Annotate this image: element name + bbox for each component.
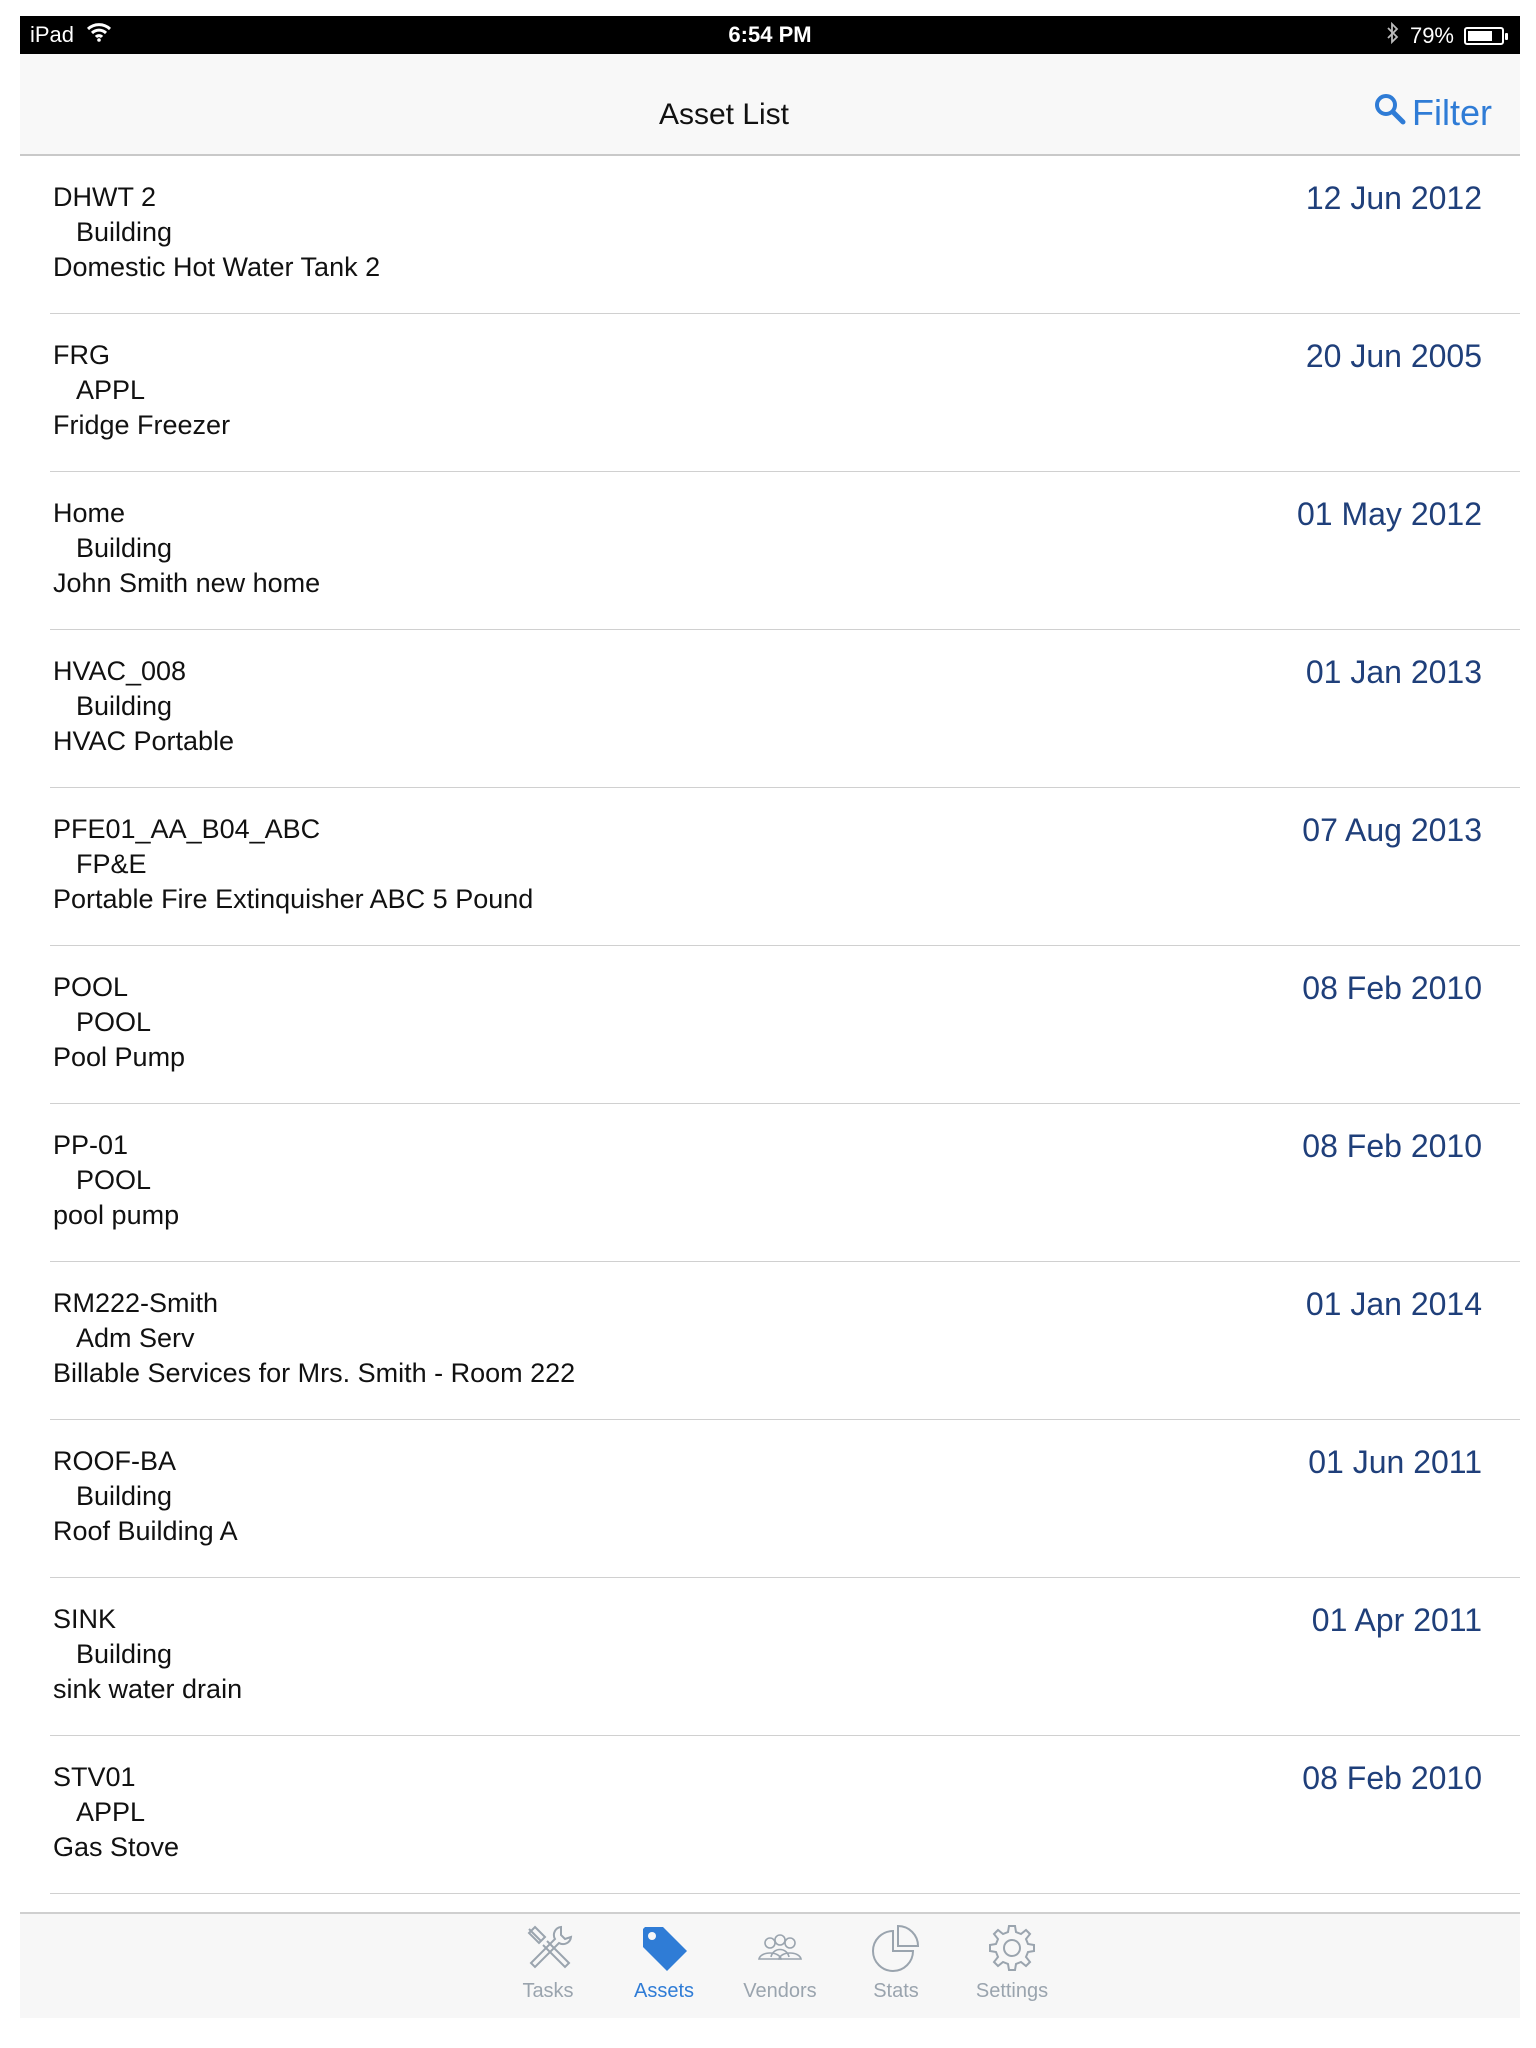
asset-row[interactable]: ROOF-BA Building Roof Building A 01 Jun …: [50, 1420, 1520, 1578]
asset-code: STV01: [53, 1762, 136, 1792]
asset-row[interactable]: PP-01 POOL pool pump 08 Feb 2010: [50, 1104, 1520, 1262]
asset-row[interactable]: SINK Building sink water drain 01 Apr 20…: [50, 1578, 1520, 1736]
tab-bar: Tasks Assets Vendors Stats Settings: [20, 1912, 1520, 2018]
asset-list: DHWT 2 Building Domestic Hot Water Tank …: [20, 156, 1520, 1894]
asset-category: Adm Serv: [76, 1323, 195, 1353]
tab-label: Assets: [633, 1980, 695, 2002]
asset-category: APPL: [76, 375, 146, 405]
asset-row[interactable]: HVAC_008 Building HVAC Portable 01 Jan 2…: [50, 630, 1520, 788]
tab-label: Vendors: [743, 1980, 817, 2002]
asset-date: 01 May 2012: [1296, 496, 1482, 532]
asset-category: Building: [76, 217, 173, 247]
asset-description: Gas Stove: [53, 1832, 180, 1862]
search-icon: [1374, 92, 1406, 134]
asset-row[interactable]: DHWT 2 Building Domestic Hot Water Tank …: [50, 156, 1520, 314]
asset-description: Roof Building A: [53, 1516, 238, 1546]
asset-code: ROOF-BA: [53, 1446, 177, 1476]
tab-label: Settings: [975, 1980, 1049, 2002]
battery-percent: 79%: [1409, 23, 1454, 48]
asset-date: 01 Apr 2011: [1311, 1602, 1482, 1638]
asset-category: Building: [76, 1481, 173, 1511]
pie-chart-icon: [869, 1921, 923, 1981]
gear-icon: [985, 1921, 1039, 1981]
asset-code: SINK: [53, 1604, 117, 1634]
asset-code: PP-01: [53, 1130, 129, 1160]
asset-description: pool pump: [53, 1200, 180, 1230]
filter-label: Filter: [1412, 92, 1492, 133]
tab-tasks[interactable]: Tasks: [490, 1922, 606, 2003]
tab-vendors[interactable]: Vendors: [722, 1922, 838, 2003]
asset-row[interactable]: PFE01_AA_B04_ABC FP&E Portable Fire Exti…: [50, 788, 1520, 946]
navigation-bar: Asset List Filter: [20, 54, 1520, 156]
asset-date: 01 Jun 2011: [1308, 1444, 1482, 1480]
asset-date: 01 Jan 2013: [1305, 654, 1482, 690]
asset-description: Pool Pump: [53, 1042, 186, 1072]
asset-date: 08 Feb 2010: [1302, 1760, 1482, 1796]
asset-code: Home: [53, 498, 126, 528]
asset-category: Building: [76, 533, 173, 563]
asset-category: Building: [76, 691, 173, 721]
tab-settings[interactable]: Settings: [954, 1922, 1070, 2003]
asset-description: Billable Services for Mrs. Smith - Room …: [53, 1358, 576, 1388]
asset-row[interactable]: FRG APPL Fridge Freezer 20 Jun 2005: [50, 314, 1520, 472]
asset-date: 08 Feb 2010: [1302, 1128, 1482, 1164]
asset-description: sink water drain: [53, 1674, 243, 1704]
bluetooth-icon: [1386, 21, 1400, 50]
tab-stats[interactable]: Stats: [838, 1922, 954, 2003]
tools-icon: [521, 1921, 575, 1981]
status-bar: iPad 6:54 PM 79%: [20, 16, 1520, 54]
status-time: 6:54 PM: [728, 22, 812, 47]
tab-label: Stats: [873, 1980, 919, 2002]
asset-description: HVAC Portable: [53, 726, 235, 756]
people-icon: [753, 1921, 807, 1981]
battery-icon: [1464, 27, 1508, 45]
asset-code: RM222-Smith: [53, 1288, 219, 1318]
asset-date: 07 Aug 2013: [1302, 812, 1482, 848]
asset-code: DHWT 2: [53, 182, 157, 212]
asset-date: 12 Jun 2012: [1305, 180, 1482, 216]
asset-row[interactable]: POOL POOL Pool Pump 08 Feb 2010: [50, 946, 1520, 1104]
tab-assets[interactable]: Assets: [606, 1922, 722, 2003]
asset-category: Building: [76, 1639, 173, 1669]
asset-code: HVAC_008: [53, 656, 187, 686]
asset-row[interactable]: STV01 APPL Gas Stove 08 Feb 2010: [50, 1736, 1520, 1894]
asset-code: POOL: [53, 972, 129, 1002]
asset-code: FRG: [53, 340, 110, 370]
asset-date: 08 Feb 2010: [1302, 970, 1482, 1006]
asset-code: PFE01_AA_B04_ABC: [53, 814, 321, 844]
asset-category: FP&E: [76, 849, 147, 879]
asset-category: POOL: [76, 1007, 152, 1037]
asset-category: APPL: [76, 1797, 146, 1827]
asset-date: 20 Jun 2005: [1305, 338, 1482, 374]
filter-button[interactable]: Filter: [1374, 92, 1492, 134]
asset-description: Domestic Hot Water Tank 2: [53, 252, 381, 282]
tab-label: Tasks: [522, 1980, 574, 2002]
status-right: 79%: [1386, 21, 1508, 50]
asset-description: John Smith new home: [53, 568, 321, 598]
ipad-screen: iPad 6:54 PM 79% Asset List Filter DHWT …: [20, 16, 1520, 2018]
asset-description: Portable Fire Extinquisher ABC 5 Pound: [53, 884, 534, 914]
asset-category: POOL: [76, 1165, 152, 1195]
asset-row[interactable]: Home Building John Smith new home 01 May…: [50, 472, 1520, 630]
page-title: Asset List: [658, 98, 790, 131]
asset-date: 01 Jan 2014: [1305, 1286, 1482, 1322]
asset-row[interactable]: RM222-Smith Adm Serv Billable Services f…: [50, 1262, 1520, 1420]
asset-description: Fridge Freezer: [53, 410, 231, 440]
tag-icon: [637, 1921, 691, 1981]
